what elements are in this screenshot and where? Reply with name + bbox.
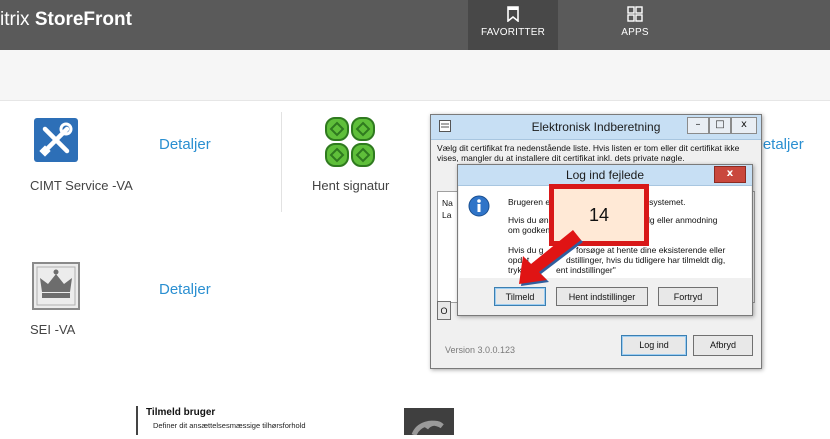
- tile-divider: [281, 112, 282, 212]
- minimize-button[interactable]: –: [687, 117, 709, 134]
- main-dialog-titlebar: Elektronisk Indberetning – □ x: [431, 115, 761, 140]
- info-icon: [468, 195, 490, 217]
- main-dialog-description: Vælg dit certifikat fra nedenstående lis…: [437, 143, 740, 163]
- details-link-sei[interactable]: Detaljer: [159, 281, 211, 298]
- register-user-subtitle: Definer dit ansættelsesmæssige tilhørsfo…: [153, 421, 306, 430]
- pointer-arrow-icon: [519, 230, 583, 286]
- crown-icon: [32, 262, 80, 310]
- maximize-button[interactable]: □: [709, 117, 731, 134]
- tab-apps-label: APPS: [621, 27, 649, 38]
- bottom-image-fragment: [404, 408, 454, 437]
- app-name-signature[interactable]: Hent signatur: [312, 178, 389, 193]
- brand-prefix: itrix: [0, 9, 30, 30]
- tab-favorites-label: FAVORITTER: [480, 27, 546, 38]
- error-line2-end: lg eller anmodning: [648, 215, 718, 225]
- app-name-cimt[interactable]: CIMT Service -VA: [30, 178, 133, 193]
- details-link-cimt[interactable]: Detaljer: [159, 136, 211, 153]
- apps-grid-icon: [627, 6, 643, 22]
- register-user-title: Tilmeld bruger: [146, 407, 216, 418]
- bottom-section-bar: [136, 406, 138, 435]
- details-link-signature-fragment[interactable]: Detaljer: [752, 136, 812, 153]
- close-button[interactable]: x: [731, 117, 757, 134]
- login-button[interactable]: Log ind: [621, 335, 687, 356]
- cancel-button[interactable]: Afbryd: [693, 335, 753, 356]
- error-dialog-titlebar: Log ind fejlede x: [458, 165, 752, 186]
- app-name-sei[interactable]: SEI -VA: [30, 322, 75, 337]
- regret-button[interactable]: Fortryd: [658, 287, 718, 306]
- app-window-icon: [439, 120, 451, 132]
- bottom-logo-icon: [411, 420, 444, 437]
- signature-clover-icon: [325, 117, 375, 167]
- side-button-fragment[interactable]: O: [437, 301, 451, 320]
- sub-header: [0, 50, 830, 101]
- version-label: Version 3.0.0.123: [445, 345, 516, 355]
- main-dialog-title: Elektronisk Indberetning: [531, 120, 661, 134]
- error-close-button[interactable]: x: [714, 166, 746, 183]
- app-tile-sei[interactable]: [30, 260, 82, 312]
- list-header-fragment: Na: [442, 198, 453, 208]
- app-tile-cimt[interactable]: [30, 114, 82, 166]
- bookmark-icon: [507, 6, 519, 22]
- tab-apps[interactable]: APPS: [600, 0, 670, 50]
- error-dialog-title: Log ind fejlede: [565, 168, 645, 182]
- app-tile-signature[interactable]: [322, 114, 378, 170]
- tab-favorites[interactable]: FAVORITTER: [468, 0, 558, 50]
- top-bar: itrix StoreFront FAVORITTER APPS: [0, 0, 830, 50]
- brand-logo: itrix StoreFront: [0, 9, 132, 31]
- list-row-fragment[interactable]: La: [442, 210, 451, 220]
- error-line4-end: forsøge at hente dine eksisterende eller: [576, 245, 726, 255]
- tools-icon: [34, 118, 78, 162]
- brand-name: StoreFront: [34, 9, 132, 30]
